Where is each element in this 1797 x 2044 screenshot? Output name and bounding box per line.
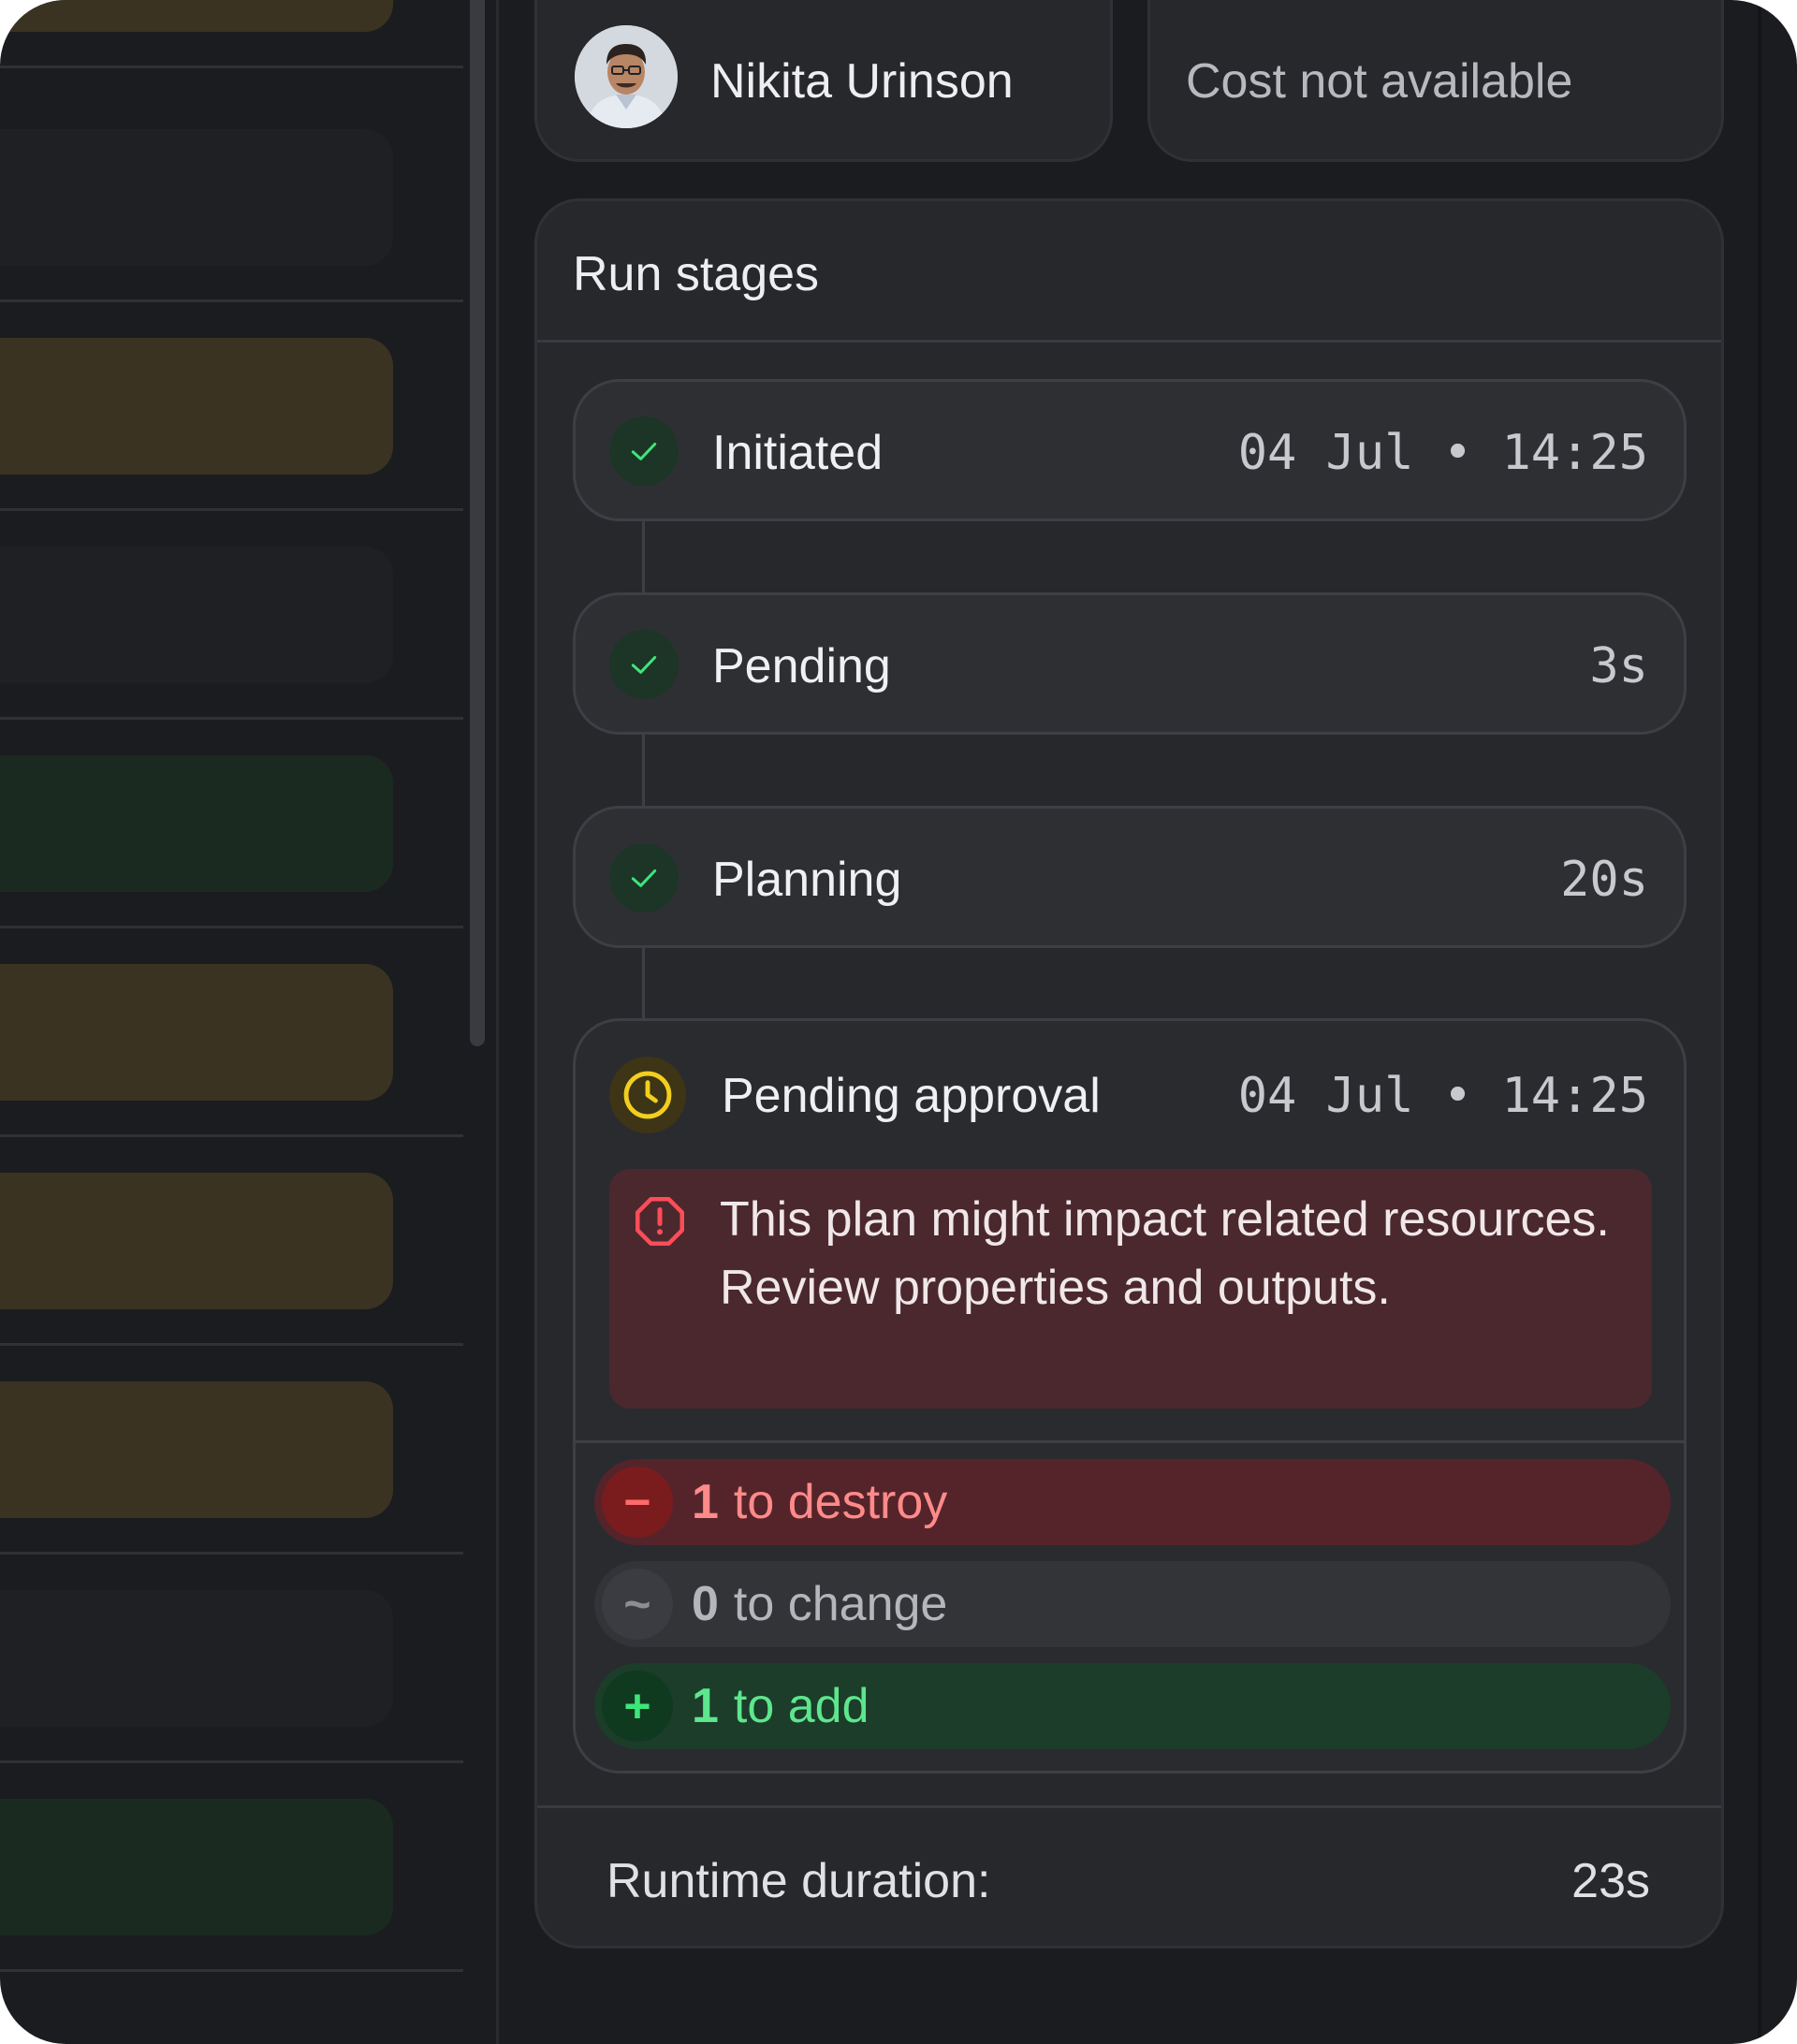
column-divider bbox=[496, 0, 499, 2044]
runtime-label: Runtime duration: bbox=[606, 1854, 991, 1908]
stage-label: Pending bbox=[712, 639, 891, 694]
alert-octagon-icon bbox=[636, 1197, 684, 1246]
stage-planning[interactable]: Planning 20s bbox=[573, 806, 1687, 948]
run-status-pill bbox=[0, 0, 393, 32]
warning-banner: This plan might impact related resources… bbox=[609, 1169, 1652, 1409]
check-icon bbox=[609, 630, 679, 699]
user-name: Nikita Urinson bbox=[710, 54, 1014, 109]
run-list-item[interactable] bbox=[0, 1555, 463, 1763]
stage-duration: 20s bbox=[1560, 852, 1648, 908]
run-list-item[interactable] bbox=[0, 1346, 463, 1555]
avatar bbox=[575, 25, 678, 128]
run-list-item[interactable] bbox=[0, 511, 463, 720]
run-list-item[interactable] bbox=[0, 1763, 463, 1972]
app-frame: Nikita Urinson Cost not available Run st… bbox=[0, 0, 1797, 2044]
run-status-pill bbox=[0, 1173, 393, 1309]
stage-connector bbox=[642, 944, 645, 1021]
run-status-pill bbox=[0, 547, 393, 683]
triggered-by-card: Nikita Urinson bbox=[534, 0, 1113, 162]
check-icon bbox=[609, 843, 679, 912]
run-status-pill bbox=[0, 1590, 393, 1727]
add-count: 1 bbox=[692, 1679, 719, 1733]
run-stages-title: Run stages bbox=[573, 247, 820, 301]
run-list-item[interactable] bbox=[0, 928, 463, 1137]
panel-edge bbox=[1758, 0, 1761, 2044]
minus-icon: − bbox=[602, 1467, 673, 1538]
tilde-icon: ~ bbox=[602, 1569, 673, 1640]
run-list bbox=[0, 0, 463, 2044]
add-label: to add bbox=[733, 1679, 869, 1733]
warning-text: This plan might impact related resources… bbox=[720, 1192, 1610, 1315]
divider bbox=[576, 1440, 1684, 1443]
clock-icon bbox=[609, 1057, 686, 1133]
run-status-pill bbox=[0, 1381, 393, 1518]
run-stages-card: Run stages Initiated 04 Jul • 14:25 Pend… bbox=[534, 198, 1724, 1949]
destroy-label: to destroy bbox=[733, 1475, 948, 1529]
run-list-item[interactable] bbox=[0, 94, 463, 302]
plus-icon: + bbox=[602, 1671, 673, 1742]
run-status-pill bbox=[0, 338, 393, 474]
stage-label: Planning bbox=[712, 853, 902, 907]
change-label: to change bbox=[733, 1577, 948, 1631]
stage-label: Initiated bbox=[712, 426, 884, 480]
check-icon bbox=[609, 416, 679, 486]
run-list-item[interactable] bbox=[0, 0, 463, 68]
resources-to-add[interactable]: + 1 to add bbox=[594, 1663, 1671, 1749]
cost-card: Cost not available bbox=[1147, 0, 1724, 162]
run-status-pill bbox=[0, 1799, 393, 1935]
resources-to-change[interactable]: ~ 0 to change bbox=[594, 1561, 1671, 1647]
runtime-value: 23s bbox=[1571, 1854, 1650, 1908]
run-list-item[interactable] bbox=[0, 720, 463, 928]
divider bbox=[537, 340, 1721, 343]
stage-label: Pending approval bbox=[722, 1069, 1101, 1123]
run-status-pill bbox=[0, 755, 393, 892]
change-count: 0 bbox=[692, 1577, 719, 1631]
destroy-count: 1 bbox=[692, 1475, 719, 1529]
scrollbar-thumb[interactable] bbox=[470, 0, 485, 1046]
stage-pending-approval: Pending approval 04 Jul • 14:25 This pla… bbox=[573, 1018, 1687, 1774]
cost-status: Cost not available bbox=[1186, 54, 1573, 109]
stage-initiated[interactable]: Initiated 04 Jul • 14:25 bbox=[573, 379, 1687, 521]
run-status-pill bbox=[0, 129, 393, 266]
stage-timestamp: 04 Jul • 14:25 bbox=[1237, 425, 1648, 481]
run-list-item[interactable] bbox=[0, 1137, 463, 1346]
stage-pending[interactable]: Pending 3s bbox=[573, 592, 1687, 735]
stage-duration: 3s bbox=[1589, 638, 1648, 694]
stage-timestamp: 04 Jul • 14:25 bbox=[1237, 1068, 1648, 1124]
resources-to-destroy[interactable]: − 1 to destroy bbox=[594, 1459, 1671, 1545]
run-status-pill bbox=[0, 964, 393, 1101]
divider bbox=[537, 1805, 1721, 1808]
run-list-item[interactable] bbox=[0, 302, 463, 511]
